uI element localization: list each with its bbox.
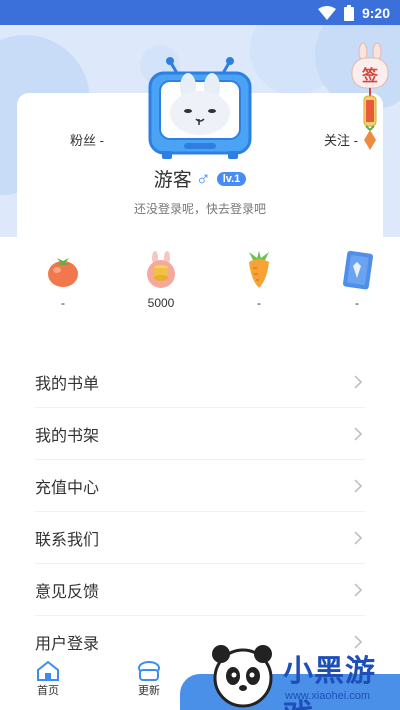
username-row: 游客 ♂ lv.1 bbox=[0, 165, 400, 192]
chevron-right-icon bbox=[354, 582, 363, 597]
nav-home-label: 首页 bbox=[37, 685, 59, 697]
menu-item-label: 联系我们 bbox=[35, 531, 100, 549]
menu-item-bookshelf[interactable]: 我的书架 bbox=[35, 408, 365, 460]
card-icon bbox=[342, 250, 373, 290]
sign-in-widget[interactable]: 签 bbox=[350, 42, 390, 152]
tomato-icon bbox=[48, 258, 78, 287]
menu-item-label: 我的书架 bbox=[35, 427, 100, 445]
menu-item-label: 我的书单 bbox=[35, 375, 100, 393]
nav-update-label: 更新 bbox=[138, 685, 160, 697]
stat-value: 5000 bbox=[147, 296, 175, 310]
login-hint[interactable]: 还没登录呢，快去登录吧 bbox=[0, 200, 400, 217]
status-time: 9:20 bbox=[361, 4, 390, 21]
chevron-right-icon bbox=[354, 530, 363, 545]
nav-home[interactable]: 首页 bbox=[28, 660, 68, 698]
sign-in-label: 签 bbox=[362, 68, 379, 85]
male-gender-icon: ♂ bbox=[195, 167, 211, 190]
battery-icon bbox=[343, 4, 354, 21]
home-icon bbox=[37, 660, 59, 681]
menu-item-contact[interactable]: 联系我们 bbox=[35, 512, 365, 564]
stat-carrot[interactable]: - bbox=[236, 250, 282, 320]
level-badge: lv.1 bbox=[216, 171, 247, 186]
avatar[interactable] bbox=[148, 55, 252, 161]
stats-row: - 5000 - - bbox=[0, 250, 400, 320]
stat-coins[interactable]: 5000 bbox=[138, 250, 184, 320]
menu-item-label: 充值中心 bbox=[35, 479, 100, 497]
menu-item-feedback[interactable]: 意见反馈 bbox=[35, 564, 365, 616]
chevron-right-icon bbox=[354, 478, 363, 493]
nav-update[interactable]: 更新 bbox=[129, 660, 169, 698]
carrot-icon bbox=[249, 251, 269, 288]
update-icon bbox=[138, 661, 160, 681]
watermark-url: www.xiaohei.com bbox=[285, 690, 370, 702]
menu-item-label: 意见反馈 bbox=[35, 583, 100, 601]
wifi-icon bbox=[317, 5, 336, 20]
tv-bunny-avatar-icon bbox=[148, 57, 252, 159]
watermark-logo: 小黑游戏 www.xiaohei.com bbox=[205, 640, 400, 710]
stat-value: - bbox=[257, 296, 261, 310]
stat-value: - bbox=[61, 296, 65, 310]
chevron-right-icon bbox=[354, 426, 363, 441]
menu-item-label: 用户登录 bbox=[35, 636, 100, 653]
coin-stack-icon bbox=[147, 251, 175, 288]
status-bar: 9:20 bbox=[0, 0, 400, 25]
stat-tomato[interactable]: - bbox=[40, 250, 86, 320]
stat-card[interactable]: - bbox=[334, 250, 380, 320]
chevron-right-icon bbox=[354, 374, 363, 389]
menu-list: 我的书单 我的书架 充值中心 联系我们 意见反馈 用户登录 bbox=[35, 356, 365, 668]
stat-value: - bbox=[355, 296, 359, 310]
fans-count[interactable]: 粉丝 - bbox=[70, 130, 104, 149]
menu-item-book-list[interactable]: 我的书单 bbox=[35, 356, 365, 408]
sign-in-lantern-icon bbox=[351, 42, 389, 150]
menu-item-recharge[interactable]: 充值中心 bbox=[35, 460, 365, 512]
username[interactable]: 游客 bbox=[154, 165, 192, 192]
